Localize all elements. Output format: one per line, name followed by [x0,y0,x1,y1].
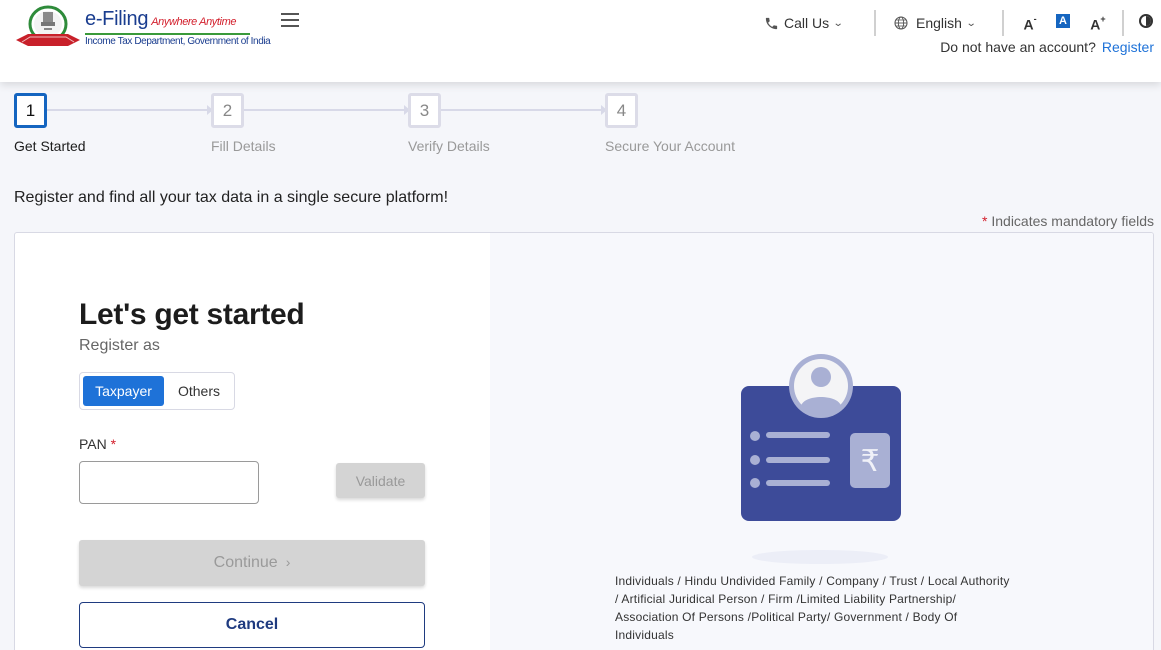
account-prompt-text: Do not have an account? [940,39,1096,55]
default-font-button[interactable]: A [1056,14,1070,28]
step-connector [47,105,213,115]
pan-label: PAN * [79,436,116,452]
register-link[interactable]: Register [1102,39,1154,55]
site-header: e-Filing Anywhere Anytime Income Tax Depa… [0,0,1161,82]
step-3-indicator: 3 [408,93,441,128]
rupee-icon: ₹ [860,444,879,479]
list-line [766,457,830,463]
minus-mark: - [1033,14,1037,24]
list-line [766,480,830,486]
step-connector [244,105,410,115]
step-1-indicator: 1 [14,93,47,128]
header-divider [1122,10,1124,36]
step-4-label: Secure Your Account [605,138,735,154]
hamburger-menu-icon[interactable] [281,13,299,27]
required-mark: * [982,213,988,229]
language-dropdown[interactable]: English ⌄ [893,10,977,36]
register-as-label: Register as [79,337,160,354]
continue-button[interactable]: Continue › [79,540,425,586]
pan-label-text: PAN [79,436,107,452]
list-line [766,432,830,438]
chevron-right-icon: › [285,554,291,570]
call-us-label: Call Us [784,15,830,31]
phone-icon [765,17,778,29]
required-mark: * [110,436,117,452]
others-option[interactable]: Others [168,376,230,406]
income-tax-emblem-icon[interactable] [14,4,82,52]
globe-icon [894,16,908,30]
default-font-label: A [1059,15,1067,27]
taxpayer-id-card-illustration: ₹ [741,354,901,564]
list-bullet [750,455,760,465]
register-as-toggle: Taxpayer Others [79,372,235,410]
logo-title: e-Filing [85,8,149,30]
contrast-icon[interactable] [1139,14,1153,28]
list-bullet [750,431,760,441]
header-divider [874,10,876,36]
plus-mark: + [1100,14,1106,24]
increase-font-label: A [1090,16,1101,33]
account-prompt: Do not have an account? Register [940,39,1154,55]
step-1-label: Get Started [14,138,86,154]
logo-subtitle: Income Tax Department, Government of Ind… [85,36,271,47]
mandatory-note: * Indicates mandatory fields [982,213,1154,229]
logo[interactable]: e-Filing Anywhere Anytime [85,8,236,31]
intro-text: Register and find all your tax data in a… [14,189,449,206]
illustration-shadow [752,550,888,564]
logo-tagline: Anywhere Anytime [151,16,237,28]
step-2-indicator: 2 [211,93,244,128]
step-3-label: Verify Details [408,138,490,154]
language-label: English [916,15,962,31]
entity-types-text: Individuals / Hindu Undivided Family / C… [615,574,1010,642]
avatar-head [811,367,831,387]
taxpayer-option[interactable]: Taxpayer [83,376,164,406]
list-bullet [750,478,760,488]
pan-input[interactable] [79,461,259,504]
call-us-dropdown[interactable]: Call Us ⌄ [764,10,844,36]
decrease-font-label: A [1023,16,1034,33]
header-divider [1002,10,1004,36]
step-connector [441,105,607,115]
step-4-indicator: 4 [605,93,638,128]
validate-button[interactable]: Validate [336,463,425,498]
decrease-font-button[interactable]: A- [1022,12,1038,33]
continue-label: Continue [213,554,278,571]
chevron-down-icon: ⌄ [832,17,844,29]
increase-font-button[interactable]: A+ [1089,12,1107,33]
page-title: Let's get started [79,298,305,331]
step-2-label: Fill Details [211,138,276,154]
mandatory-note-text: Indicates mandatory fields [991,213,1154,229]
chevron-down-icon: ⌄ [965,17,977,29]
cancel-button[interactable]: Cancel [79,602,425,648]
logo-divider [85,33,250,35]
